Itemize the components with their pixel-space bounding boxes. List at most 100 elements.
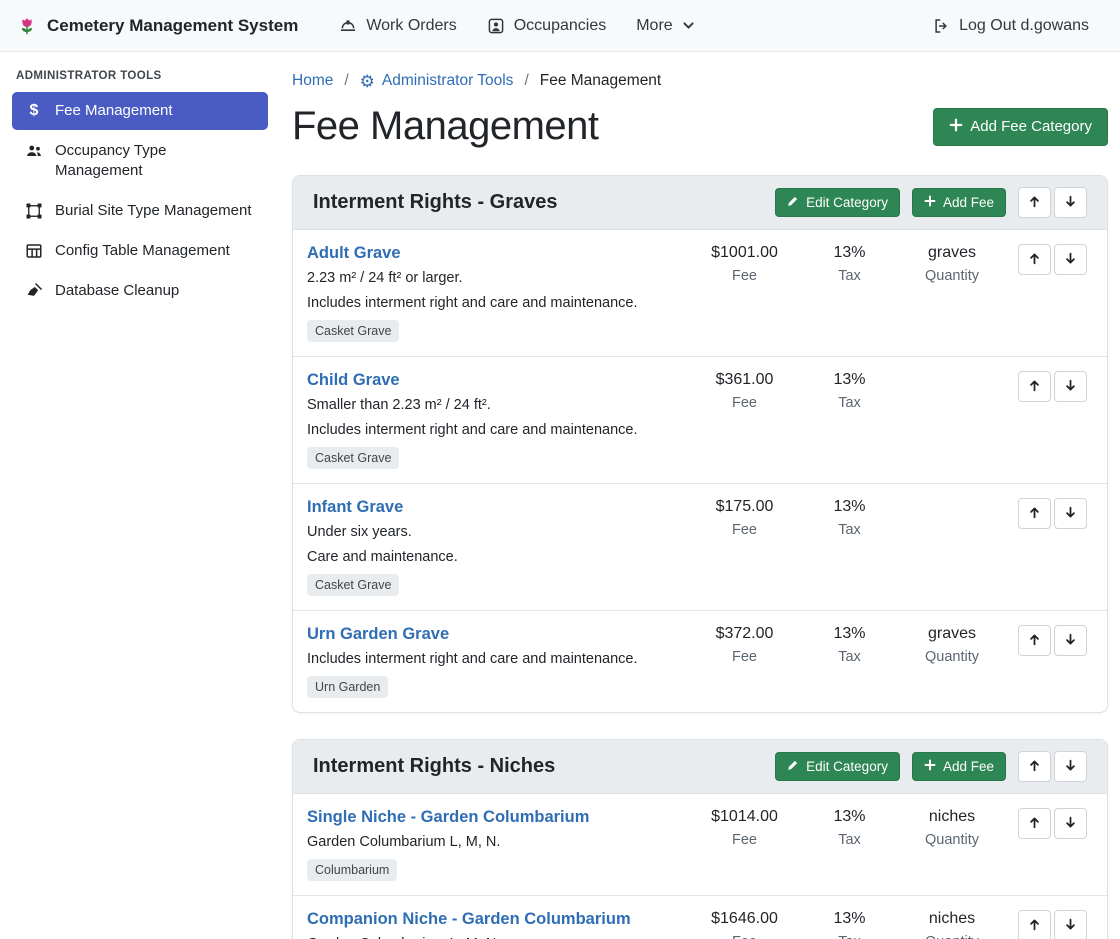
quantity-col: niches Quantity [897,808,1007,848]
fee-name-link[interactable]: Urn Garden Grave [307,625,449,644]
fee-amount: $1001.00 [687,244,802,262]
logout-icon [932,17,950,35]
plus-icon [924,759,936,774]
move-fee-up-button[interactable] [1018,910,1051,939]
breadcrumb-admin-link[interactable]: ⚙ Administrator Tools [360,72,514,90]
arrow-up-icon [1028,759,1041,775]
users-icon [22,142,46,160]
arrow-up-icon [1028,633,1041,649]
fee-info: Single Niche - Garden Columbarium Garden… [307,808,687,881]
nav-occupancies[interactable]: Occupancies [487,17,607,35]
fee-description-1: Smaller than 2.23 m² / 24 ft². [307,397,687,413]
page-title: Fee Management [292,104,599,149]
edit-category-button[interactable]: Edit Category [775,188,900,217]
fee-info: Child Grave Smaller than 2.23 m² / 24 ft… [307,371,687,469]
fee-description-2: Includes interment right and care and ma… [307,295,687,311]
nav-more-label: More [636,17,672,35]
sidebar-item-occupancy-type-management[interactable]: Occupancy Type Management [12,132,268,190]
fee-reorder-controls [1018,244,1087,275]
arrow-up-icon [1028,252,1041,268]
add-fee-label: Add Fee [943,759,994,774]
add-fee-label: Add Fee [943,195,994,210]
brand[interactable]: Cemetery Management System [16,15,298,37]
fee-amount-label: Fee [687,649,802,665]
fee-info: Infant Grave Under six years. Care and m… [307,498,687,596]
fee-amount-label: Fee [687,934,802,939]
tax-label: Tax [802,832,897,848]
sidebar-item-burial-site-type-management[interactable]: Burial Site Type Management [12,192,268,230]
pencil-icon [787,759,799,774]
fee-info: Urn Garden Grave Includes interment righ… [307,625,687,698]
add-fee-button[interactable]: Add Fee [912,752,1006,781]
breadcrumb-current: Fee Management [540,72,662,90]
nav-more[interactable]: More [636,17,694,35]
quantity-value: niches [897,910,1007,928]
move-fee-up-button[interactable] [1018,371,1051,402]
sidebar-item-fee-management[interactable]: $ Fee Management [12,92,268,130]
edit-category-button[interactable]: Edit Category [775,752,900,781]
breadcrumb-home-link[interactable]: Home [292,72,333,90]
move-fee-up-button[interactable] [1018,244,1051,275]
tax-label: Tax [802,395,897,411]
tax-value: 13% [802,808,897,826]
fee-amount: $372.00 [687,625,802,643]
move-fee-down-button[interactable] [1054,625,1087,656]
tax-label: Tax [802,268,897,284]
move-fee-down-button[interactable] [1054,910,1087,939]
fee-name-link[interactable]: Child Grave [307,371,400,390]
arrow-down-icon [1064,506,1077,522]
move-fee-down-button[interactable] [1054,498,1087,529]
pencil-icon [787,195,799,210]
fee-amount-label: Fee [687,832,802,848]
move-category-up-button[interactable] [1018,187,1051,218]
move-fee-up-button[interactable] [1018,808,1051,839]
add-fee-button[interactable]: Add Fee [912,188,1006,217]
nav-work-orders[interactable]: Work Orders [339,17,456,35]
move-fee-down-button[interactable] [1054,244,1087,275]
fee-reorder-controls [1018,371,1087,402]
move-category-down-button[interactable] [1054,751,1087,782]
sidebar-item-database-cleanup[interactable]: Database Cleanup [12,272,268,310]
fee-amount-col: $1001.00 Fee [687,244,802,284]
fee-row: Infant Grave Under six years. Care and m… [293,483,1107,610]
move-category-down-button[interactable] [1054,187,1087,218]
move-fee-down-button[interactable] [1054,808,1087,839]
admin-sidebar: Administrator Tools $ Fee Management Occ… [0,52,280,939]
arrow-up-icon [1028,918,1041,934]
fee-type-badge: Casket Grave [307,320,399,342]
fee-type-badge: Casket Grave [307,574,399,596]
hard-hat-icon [339,17,357,35]
breadcrumb-separator: / [524,72,528,90]
plus-icon [949,118,963,136]
logout-button[interactable]: Log Out d.gowans [932,17,1089,35]
fee-name-link[interactable]: Adult Grave [307,244,401,263]
fee-type-badge: Casket Grave [307,447,399,469]
fee-name-link[interactable]: Single Niche - Garden Columbarium [307,808,589,827]
logout-label: Log Out d.gowans [959,17,1089,35]
sidebar-item-label: Config Table Management [55,241,230,261]
fee-description-1: Garden Columbarium L, M, N. [307,834,687,850]
plus-icon [924,195,936,210]
fee-amount-label: Fee [687,522,802,538]
tax-col: 13% Tax [802,371,897,411]
move-fee-down-button[interactable] [1054,371,1087,402]
fee-type-badge: Columbarium [307,859,397,881]
add-fee-category-button[interactable]: Add Fee Category [933,108,1108,146]
fee-amount: $361.00 [687,371,802,389]
quantity-col: graves Quantity [897,244,1007,284]
fee-reorder-controls [1018,625,1087,656]
arrow-down-icon [1064,633,1077,649]
move-category-up-button[interactable] [1018,751,1051,782]
edit-category-label: Edit Category [806,195,888,210]
fee-amount-col: $1014.00 Fee [687,808,802,848]
fee-name-link[interactable]: Infant Grave [307,498,403,517]
fee-name-link[interactable]: Companion Niche - Garden Columbarium [307,910,631,929]
category-header: Interment Rights - Niches Edit Category [293,740,1107,794]
fee-reorder-controls [1018,808,1087,839]
move-fee-up-button[interactable] [1018,625,1051,656]
arrow-down-icon [1064,252,1077,268]
sidebar-item-label: Database Cleanup [55,281,179,301]
arrow-down-icon [1064,816,1077,832]
move-fee-up-button[interactable] [1018,498,1051,529]
sidebar-item-config-table-management[interactable]: Config Table Management [12,232,268,270]
